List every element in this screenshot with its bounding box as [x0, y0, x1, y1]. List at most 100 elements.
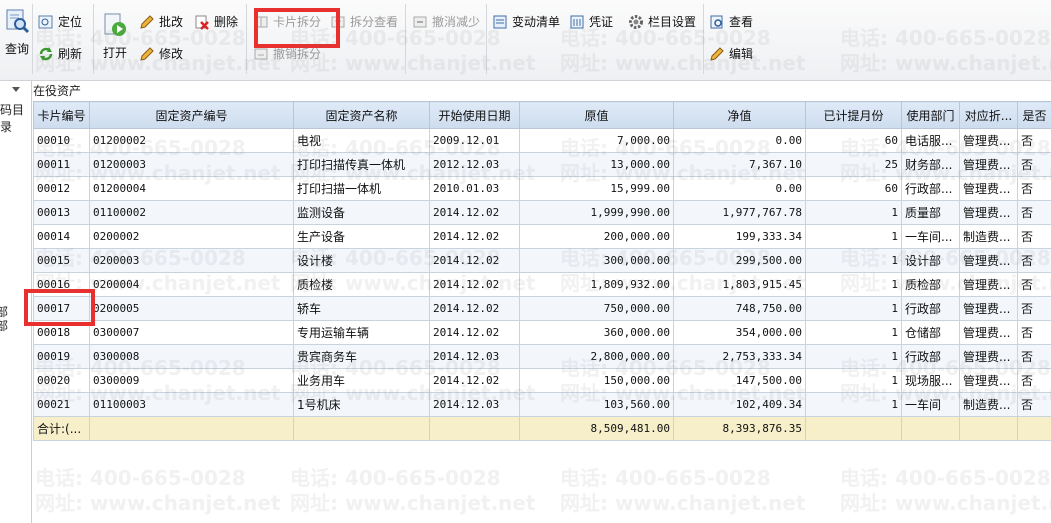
table-cell[interactable]: 电话服...: [901, 128, 960, 153]
batch-edit-button[interactable]: 批改: [139, 13, 183, 30]
table-cell[interactable]: 现场服...: [901, 368, 960, 393]
card-split-button[interactable]: 卡片拆分: [253, 13, 321, 30]
table-cell[interactable]: 仓储部: [901, 320, 960, 345]
table-row[interactable]: 00018 0300007 专用运输车辆 2014.12.02 360,000.00 35…: [33, 320, 1051, 345]
table-cell[interactable]: 质检部: [901, 272, 960, 297]
locate-button[interactable]: 定位: [38, 13, 82, 30]
table-cell[interactable]: 25: [805, 152, 902, 177]
table-cell[interactable]: 打印扫描一体机: [293, 176, 430, 201]
table-cell[interactable]: 0300009: [89, 368, 294, 393]
table-cell[interactable]: 1: [805, 224, 902, 249]
table-cell[interactable]: 1: [805, 248, 902, 273]
table-cell[interactable]: 专用运输车辆: [293, 320, 430, 345]
table-row[interactable]: 00015 0200003 设计楼 2014.12.02 300,000.00 299,5…: [33, 248, 1051, 273]
table-row[interactable]: 00013 01100002 监测设备 2014.12.02 1,999,990.00 1…: [33, 200, 1051, 225]
table-cell[interactable]: 0.00: [673, 176, 806, 201]
table-row[interactable]: 00017 0200005 轿车 2014.12.02 750,000.00 748,75…: [33, 296, 1051, 321]
table-row[interactable]: 00010 01200002 电视 2009.12.01 7,000.00 0.00 60 电…: [33, 128, 1051, 153]
table-cell[interactable]: 否: [1017, 152, 1051, 177]
table-cell[interactable]: 147,500.00: [673, 368, 806, 393]
table-cell[interactable]: 01200002: [89, 128, 294, 153]
table-cell[interactable]: 0200004: [89, 272, 294, 297]
table-cell[interactable]: 行政部: [901, 344, 960, 369]
column-settings-button[interactable]: 栏目设置: [628, 13, 696, 30]
table-cell[interactable]: 00015: [33, 248, 90, 273]
table-cell[interactable]: 管理费...: [959, 248, 1018, 273]
table-cell[interactable]: 否: [1017, 368, 1051, 393]
table-cell[interactable]: 00013: [33, 200, 90, 225]
column-header[interactable]: 固定资产名称: [293, 101, 430, 129]
table-cell[interactable]: 否: [1017, 344, 1051, 369]
table-cell[interactable]: 1: [805, 200, 902, 225]
table-cell[interactable]: 00020: [33, 368, 90, 393]
table-cell[interactable]: 1: [805, 344, 902, 369]
table-cell[interactable]: 0.00: [673, 128, 806, 153]
table-cell[interactable]: 财务部...: [901, 152, 960, 177]
table-cell[interactable]: 60: [805, 176, 902, 201]
undo-reduce-button[interactable]: 撤消减少: [412, 13, 480, 30]
table-cell[interactable]: 2014.12.02: [429, 200, 520, 225]
table-cell[interactable]: 2014.12.02: [429, 248, 520, 273]
table-cell[interactable]: 200,000.00: [519, 224, 674, 249]
table-cell[interactable]: 00019: [33, 344, 90, 369]
edit-button[interactable]: 修改: [139, 45, 183, 62]
column-header[interactable]: 使用部门: [901, 101, 960, 129]
table-cell[interactable]: 一车间: [901, 392, 960, 417]
delete-button[interactable]: 删除: [194, 13, 238, 30]
column-header[interactable]: 对应折...: [959, 101, 1018, 129]
table-cell[interactable]: 否: [1017, 224, 1051, 249]
table-cell[interactable]: 01200003: [89, 152, 294, 177]
undo-split-button[interactable]: 撤销拆分: [253, 45, 321, 62]
table-cell[interactable]: 贵宾商务车: [293, 344, 430, 369]
table-cell[interactable]: 0300008: [89, 344, 294, 369]
table-cell[interactable]: 1,803,915.45: [673, 272, 806, 297]
table-cell[interactable]: 1号机床: [293, 392, 430, 417]
table-cell[interactable]: 管理费...: [959, 272, 1018, 297]
table-cell[interactable]: 否: [1017, 128, 1051, 153]
table-cell[interactable]: 7,000.00: [519, 128, 674, 153]
column-header[interactable]: 是否: [1017, 101, 1051, 129]
table-cell[interactable]: 否: [1017, 176, 1051, 201]
table-cell[interactable]: 1: [805, 320, 902, 345]
table-cell[interactable]: 质检楼: [293, 272, 430, 297]
refresh-button[interactable]: 刷新: [38, 45, 82, 62]
table-cell[interactable]: 13,000.00: [519, 152, 674, 177]
collapse-arrow-icon[interactable]: [12, 87, 20, 92]
table-cell[interactable]: 管理费...: [959, 296, 1018, 321]
table-cell[interactable]: 354,000.00: [673, 320, 806, 345]
table-cell[interactable]: 否: [1017, 248, 1051, 273]
table-cell[interactable]: 00011: [33, 152, 90, 177]
table-cell[interactable]: 2012.12.03: [429, 152, 520, 177]
table-row[interactable]: 00016 0200004 质检楼 2014.12.02 1,809,932.00 1,8…: [33, 272, 1051, 297]
table-cell[interactable]: 否: [1017, 320, 1051, 345]
table-cell[interactable]: 否: [1017, 392, 1051, 417]
view-button[interactable]: 查看: [709, 13, 753, 30]
table-cell[interactable]: 2,800,000.00: [519, 344, 674, 369]
table-cell[interactable]: 103,560.00: [519, 392, 674, 417]
table-cell[interactable]: 1,999,990.00: [519, 200, 674, 225]
table-cell[interactable]: 生产设备: [293, 224, 430, 249]
table-cell[interactable]: 0200003: [89, 248, 294, 273]
table-cell[interactable]: 2014.12.02: [429, 296, 520, 321]
column-header[interactable]: 卡片编号: [33, 101, 90, 129]
table-cell[interactable]: 15,999.00: [519, 176, 674, 201]
table-cell[interactable]: 01100002: [89, 200, 294, 225]
query-button[interactable]: 查询: [4, 8, 30, 57]
table-cell[interactable]: 2014.12.02: [429, 320, 520, 345]
table-cell[interactable]: 制造费...: [959, 224, 1018, 249]
table-cell[interactable]: 00014: [33, 224, 90, 249]
table-cell[interactable]: 299,500.00: [673, 248, 806, 273]
table-cell[interactable]: 业务用车: [293, 368, 430, 393]
table-cell[interactable]: 制造费...: [959, 392, 1018, 417]
table-cell[interactable]: 1: [805, 272, 902, 297]
edit2-button[interactable]: 编辑: [709, 45, 753, 62]
table-cell[interactable]: 2014.12.03: [429, 344, 520, 369]
table-cell[interactable]: 管理费...: [959, 320, 1018, 345]
table-cell[interactable]: 1,809,932.00: [519, 272, 674, 297]
table-cell[interactable]: 748,750.00: [673, 296, 806, 321]
table-cell[interactable]: 2009.12.01: [429, 128, 520, 153]
table-cell[interactable]: 设计部: [901, 248, 960, 273]
table-cell[interactable]: 0300007: [89, 320, 294, 345]
table-row[interactable]: 00012 01200004 打印扫描一体机 2010.01.03 15,999.00 0…: [33, 176, 1051, 201]
table-cell[interactable]: 2014.12.02: [429, 272, 520, 297]
